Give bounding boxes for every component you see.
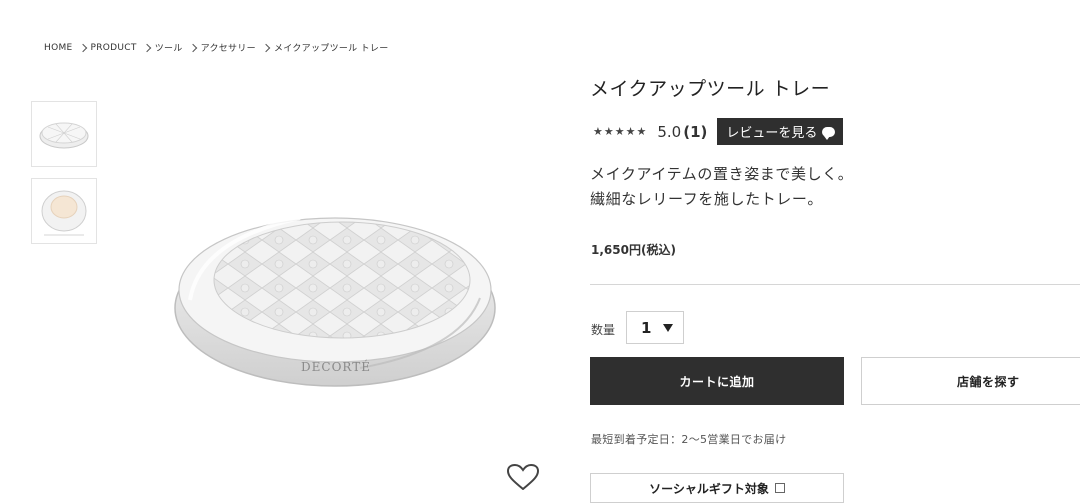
social-gift-label: ソーシャルギフト対象 [649, 482, 769, 496]
breadcrumb-product[interactable]: PRODUCT [91, 43, 137, 53]
breadcrumb-current: メイクアップツール トレー [273, 44, 389, 54]
quantity-label: 数量 [591, 323, 616, 337]
product-description: メイクアイテムの置き姿まで美しく。 繊細なレリーフを施したトレー。 [590, 162, 853, 212]
star-icon: ★ [593, 125, 603, 138]
product-title: メイクアップツール トレー [590, 78, 831, 100]
divider [590, 284, 1080, 285]
tray-thumbnail-image [39, 122, 89, 149]
star-rating: ★ ★ ★ ★ ★ [593, 125, 646, 138]
star-icon: ★ [603, 125, 614, 138]
product-price: 1,650円(税込) [591, 243, 676, 257]
breadcrumb-accessory[interactable]: アクセサリー [201, 41, 256, 54]
quantity-value: 1 [641, 318, 652, 337]
quantity-select[interactable]: 1 [626, 311, 684, 344]
view-reviews-button[interactable]: レビューを見る [717, 118, 844, 145]
star-icon: ★ [625, 125, 636, 138]
star-icon: ★ [614, 125, 625, 138]
rating-row: ★ ★ ★ ★ ★ 5.0 (1) レビューを見る [593, 118, 844, 145]
breadcrumb: HOME PRODUCT ツール アクセサリー メイクアップツール トレー [44, 41, 389, 55]
breadcrumb-home[interactable]: HOME [44, 43, 73, 53]
brand-logo: DECORTÉ [301, 360, 371, 374]
delivery-estimate: 最短到着予定日：2〜5営業日でお届け [591, 433, 787, 446]
description-line-2: 繊細なレリーフを施したトレー。 [590, 190, 823, 208]
chevron-right-icon [78, 43, 87, 52]
add-to-cart-button[interactable]: カートに追加 [590, 357, 844, 405]
external-link-icon [774, 483, 785, 493]
description-line-1: メイクアイテムの置き姿まで美しく。 [590, 165, 854, 183]
product-main-image: DECORTÉ [160, 180, 510, 410]
product-thumbnail-1[interactable] [31, 101, 97, 167]
tray-with-puff-thumbnail-image [41, 190, 87, 236]
breadcrumb-tool[interactable]: ツール [155, 41, 183, 54]
chevron-right-icon [188, 43, 197, 52]
star-icon: ★ [636, 125, 647, 138]
review-count: (1) [683, 122, 708, 141]
chevron-right-icon [142, 43, 151, 52]
favorite-heart-icon[interactable] [506, 464, 540, 490]
caret-down-icon [663, 323, 674, 332]
rating-score: 5.0 [657, 122, 682, 141]
view-reviews-label: レビューを見る [726, 126, 818, 141]
find-store-button[interactable]: 店舗を探す [861, 357, 1080, 405]
social-gift-button[interactable]: ソーシャルギフト対象 [590, 473, 844, 503]
product-thumbnail-2[interactable] [31, 178, 97, 244]
chevron-right-icon [261, 43, 271, 52]
speech-bubble-icon [822, 126, 836, 140]
